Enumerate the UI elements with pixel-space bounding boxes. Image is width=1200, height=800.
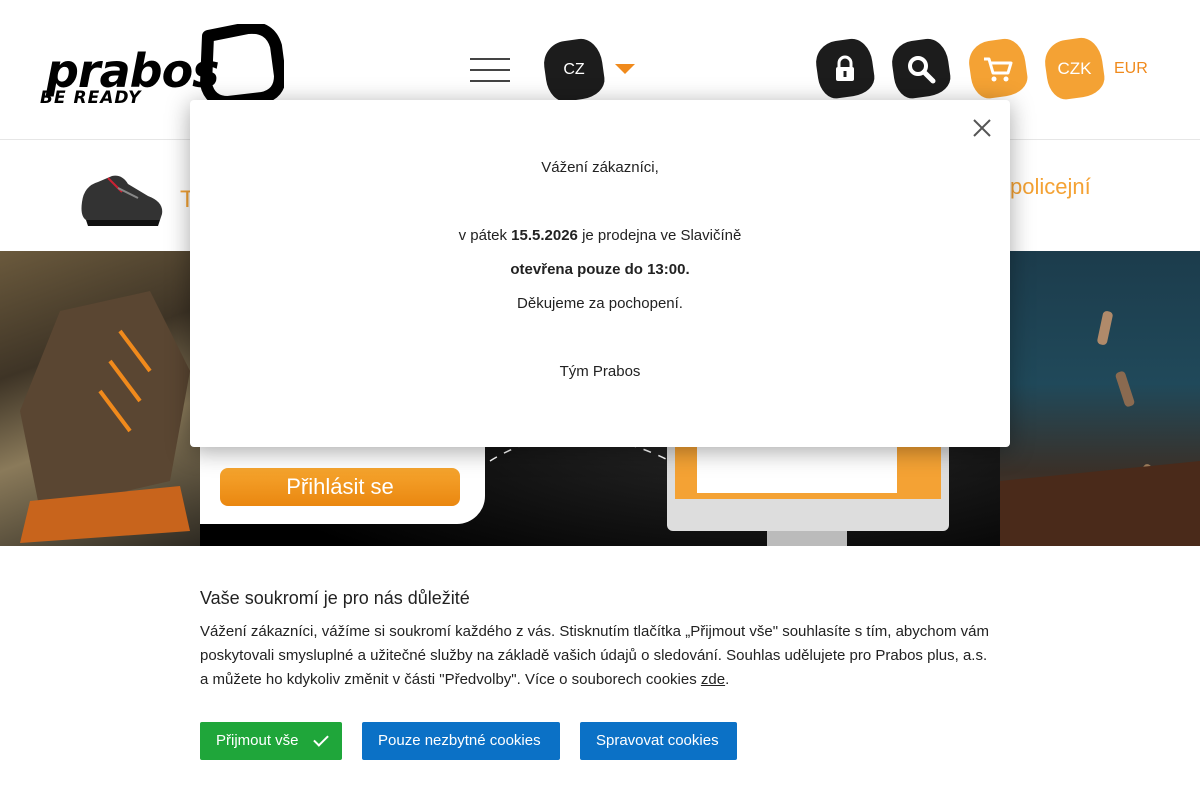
cookie-more-link[interactable]: zde — [701, 671, 725, 688]
currency-czk-button[interactable]: CZK — [1042, 35, 1107, 102]
prabos-logo[interactable]: prabos BE READY — [38, 22, 288, 112]
modal-line-suffix: je prodejna ve Slavičíně — [577, 227, 742, 244]
bullet-casings-image — [1000, 311, 1200, 546]
cookie-consent-bar: Vaše soukromí je pro nás důležité Vážení… — [0, 546, 1200, 800]
modal-date: 15.5.2026 — [511, 227, 578, 244]
search-icon — [908, 55, 936, 83]
currency-eur-link[interactable]: EUR — [1114, 60, 1148, 78]
logo-tagline: BE READY — [40, 88, 142, 108]
caret-down-icon[interactable] — [615, 64, 635, 74]
language-label: CZ — [563, 61, 585, 78]
lock-icon — [836, 55, 854, 81]
manage-cookies-button[interactable]: Spravovat cookies — [580, 722, 737, 760]
modal-hours: otevřena pouze do 13:00. — [510, 261, 690, 278]
accept-all-button[interactable]: Přijmout vše — [200, 722, 342, 760]
boot-photo-image — [20, 291, 190, 543]
cookie-body: Vážení zákazníci, vážíme si soukromí kaž… — [200, 623, 989, 688]
modal-line-prefix: v pátek — [458, 227, 512, 244]
currency-czk-label: CZK — [1057, 58, 1092, 78]
ammo-photo — [1000, 251, 1200, 546]
cart-button[interactable] — [966, 36, 1030, 101]
modal-signature: Tým Prabos — [559, 363, 641, 380]
cookie-text-end: . — [725, 671, 730, 688]
accept-all-label: Přijmout vše — [216, 732, 299, 749]
modal-thanks: Děkujeme za pochopení. — [517, 295, 683, 312]
boots-photo — [0, 251, 200, 546]
check-icon — [313, 731, 329, 747]
store-notice-modal: Vážení zákazníci, v pátek 15.5.2026 je p… — [190, 100, 1010, 447]
modal-date-line: v pátek 15.5.2026 je prodejna ve Slavičí… — [190, 227, 1010, 244]
language-selector[interactable]: CZ — [541, 36, 607, 104]
cart-icon — [984, 57, 1013, 81]
boot-product-image[interactable] — [78, 168, 166, 228]
necessary-cookies-button[interactable]: Pouze nezbytné cookies — [362, 722, 560, 760]
menu-icon[interactable] — [470, 58, 510, 84]
modal-greeting: Vážení zákazníci, — [541, 159, 659, 176]
cookie-title: Vaše soukromí je pro nás důležité — [200, 588, 470, 608]
login-button[interactable] — [813, 36, 877, 101]
promo-text-right[interactable]: policejní — [1010, 174, 1091, 200]
close-icon[interactable] — [972, 118, 992, 138]
login-submit-button[interactable]: Přihlásit se — [220, 468, 460, 506]
search-button[interactable] — [889, 36, 953, 101]
cookie-text: Vážení zákazníci, vážíme si soukromí kaž… — [200, 620, 990, 692]
